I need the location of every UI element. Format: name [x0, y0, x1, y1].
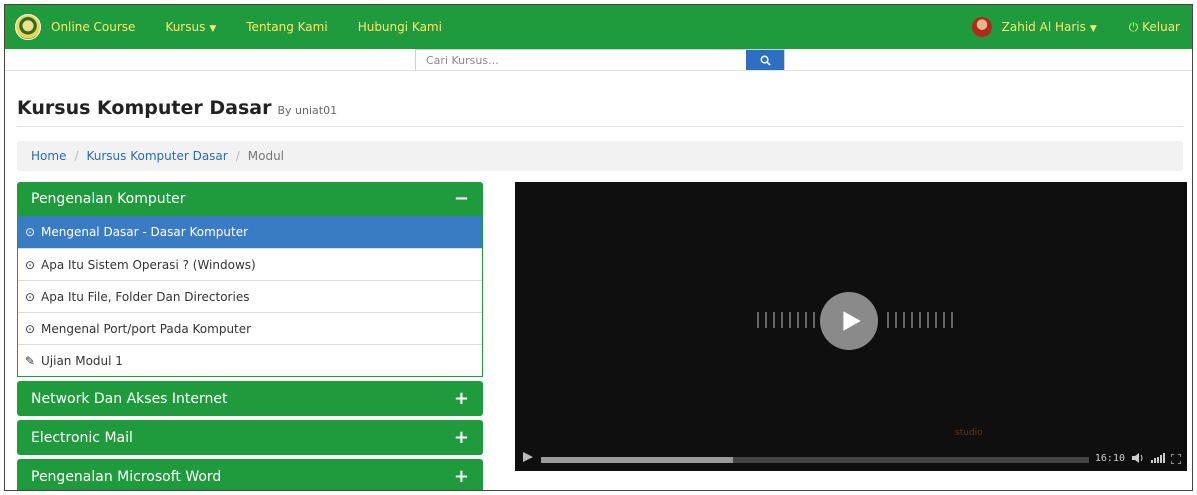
minus-icon: − — [453, 188, 469, 209]
progress-fill — [541, 457, 733, 463]
video-player[interactable]: studio 16:10 — [515, 182, 1187, 471]
logo-icon — [15, 14, 41, 40]
progress-bar[interactable] — [541, 457, 1089, 463]
breadcrumb-current: Modul — [247, 149, 285, 163]
course-title: Kursus Komputer Dasar — [17, 97, 272, 119]
breadcrumb-home[interactable]: Home — [31, 149, 66, 163]
search-button[interactable] — [746, 50, 784, 70]
module-title: Electronic Mail — [31, 429, 133, 446]
lesson-item[interactable]: ✎ Ujian Modul 1 — [18, 344, 482, 376]
lesson-item[interactable]: ⊙ Mengenal Port/port Pada Komputer — [18, 312, 482, 344]
search-icon — [760, 55, 771, 66]
nav-right: Zahid Al Haris ▼ ⏻ Keluar — [971, 17, 1192, 37]
logout-button[interactable]: ⏻ Keluar — [1129, 20, 1180, 35]
module-header-pengenalan-komputer[interactable]: Pengenalan Komputer − — [17, 182, 483, 216]
caret-down-icon: ▼ — [1089, 24, 1097, 34]
module-header-email[interactable]: Electronic Mail + — [17, 420, 483, 455]
play-circle-icon: ⊙ — [24, 289, 36, 304]
breadcrumb-separator: / — [235, 149, 240, 163]
module-title: Pengenalan Microsoft Word — [31, 468, 222, 485]
logout-label: Keluar — [1142, 19, 1180, 34]
lesson-item[interactable]: ⊙ Apa Itu Sistem Operasi ? (Windows) — [18, 248, 482, 280]
play-button[interactable] — [820, 292, 878, 350]
nav-kursus-label: Kursus — [165, 20, 206, 34]
edit-icon: ✎ — [24, 353, 36, 368]
breadcrumb: Home / Kursus Komputer Dasar / Modul — [17, 141, 1183, 171]
lesson-label: Ujian Modul 1 — [41, 353, 123, 368]
page-title: Kursus Komputer Dasar By uniat01 — [17, 97, 337, 119]
volume-icon — [1132, 452, 1143, 463]
fullscreen-icon — [1170, 452, 1182, 465]
user-name: Zahid Al Haris — [1001, 20, 1086, 34]
fullscreen-button[interactable] — [1170, 449, 1182, 468]
search-input[interactable] — [416, 50, 746, 70]
play-icon — [843, 311, 861, 331]
page-frame: Online Course Kursus ▼ Tentang Kami Hubun… — [4, 4, 1193, 491]
nav-tentang-kami[interactable]: Tentang Kami — [246, 20, 327, 34]
module-accordion: Pengenalan Komputer − ⊙ Mengenal Dasar -… — [17, 182, 483, 490]
play-icon — [523, 451, 533, 462]
lesson-item[interactable]: ⊙ Apa Itu File, Folder Dan Directories — [18, 280, 482, 312]
lesson-label: Mengenal Dasar - Dasar Komputer — [41, 225, 249, 239]
module-header-word[interactable]: Pengenalan Microsoft Word + — [17, 459, 483, 490]
course-author: By uniat01 — [277, 104, 338, 117]
lesson-label: Mengenal Port/port Pada Komputer — [41, 321, 252, 336]
control-play-button[interactable] — [521, 449, 535, 468]
volume-slider[interactable] — [1151, 453, 1165, 463]
plus-icon: + — [453, 426, 469, 448]
lesson-label: Apa Itu Sistem Operasi ? (Windows) — [41, 257, 256, 272]
brand[interactable]: Online Course — [15, 14, 135, 40]
search-bar — [415, 49, 785, 71]
avatar — [971, 17, 992, 37]
play-circle-icon: ⊙ — [24, 225, 36, 239]
divider — [17, 126, 1183, 127]
lesson-item[interactable]: ⊙ Mengenal Dasar - Dasar Komputer — [18, 216, 482, 248]
module-title: Pengenalan Komputer — [31, 191, 186, 207]
video-frame-decoration — [757, 312, 815, 328]
video-controls: 16:10 — [515, 445, 1187, 471]
lesson-label: Apa Itu File, Folder Dan Directories — [41, 289, 250, 304]
video-watermark: studio — [955, 428, 983, 438]
plus-icon: + — [453, 387, 469, 409]
play-circle-icon: ⊙ — [24, 321, 36, 336]
module-lessons: ⊙ Mengenal Dasar - Dasar Komputer ⊙ Apa … — [17, 216, 483, 377]
top-navbar: Online Course Kursus ▼ Tentang Kami Hubun… — [5, 5, 1192, 49]
user-menu[interactable]: Zahid Al Haris ▼ — [1002, 20, 1097, 34]
breadcrumb-separator: / — [74, 149, 79, 163]
plus-icon: + — [453, 465, 469, 487]
module-title: Network Dan Akses Internet — [31, 390, 228, 407]
power-icon: ⏻ — [1128, 19, 1143, 34]
module-header-network[interactable]: Network Dan Akses Internet + — [17, 381, 483, 416]
video-frame-decoration — [887, 312, 953, 328]
play-circle-icon: ⊙ — [24, 257, 36, 272]
caret-down-icon: ▼ — [209, 24, 217, 34]
divider — [5, 70, 1192, 71]
brand-text: Online Course — [51, 20, 136, 34]
nav-hubungi-kami[interactable]: Hubungi Kami — [358, 20, 442, 34]
nav-kursus[interactable]: Kursus ▼ — [165, 20, 216, 34]
video-time: 16:10 — [1094, 452, 1125, 464]
volume-button[interactable] — [1131, 449, 1145, 468]
breadcrumb-course[interactable]: Kursus Komputer Dasar — [86, 149, 227, 163]
